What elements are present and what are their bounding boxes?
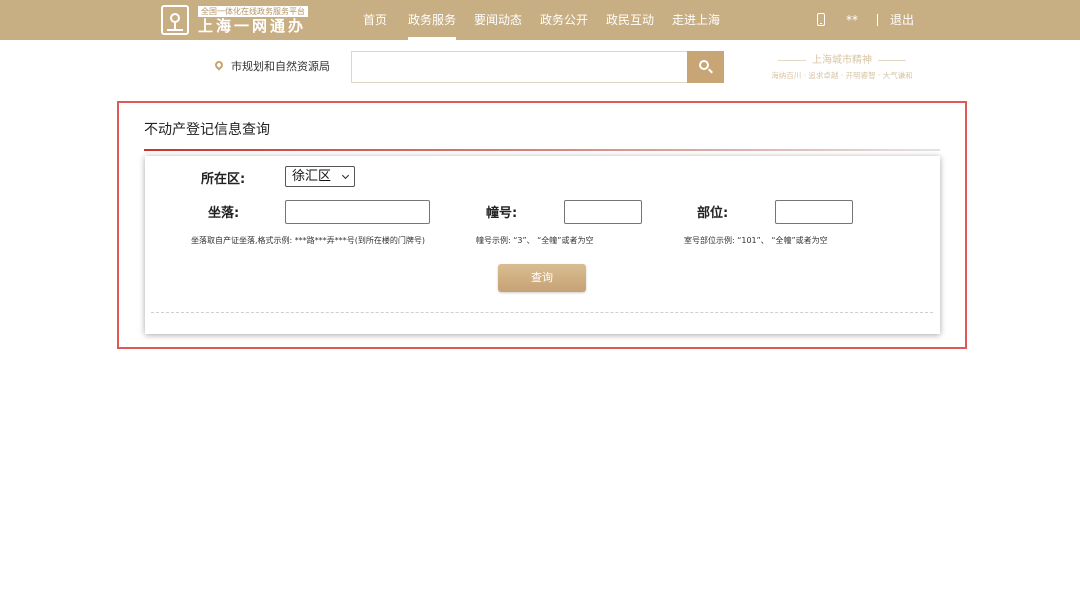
nav-public-affairs[interactable]: 政务公开	[540, 0, 588, 40]
map-pin-icon	[213, 59, 225, 71]
nav-about-shanghai[interactable]: 走进上海	[672, 0, 720, 40]
dashed-divider	[151, 312, 933, 313]
shanghai-logo-icon[interactable]	[161, 5, 189, 35]
search-input[interactable]	[351, 51, 688, 83]
title-underline	[144, 149, 940, 151]
brand-name[interactable]: 上海一网通办	[198, 16, 306, 36]
location-hint: 坐落取自产证坐落,格式示例: ***路***弄***号(到所在楼的门牌号)	[191, 236, 426, 245]
building-hint: 幢号示例: “3”、 “全幢”或者为空	[476, 236, 594, 245]
district-label: 所在区:	[201, 172, 246, 187]
unit-hint: 室号部位示例: “101”、 “全幢”或者为空	[684, 236, 828, 245]
divider	[877, 14, 878, 26]
district-select-value: 徐汇区	[292, 169, 332, 184]
logout-link[interactable]: 退出	[890, 0, 914, 40]
unit-label: 部位:	[697, 206, 729, 221]
unit-input[interactable]	[775, 200, 853, 224]
nav-news[interactable]: 要闻动态	[474, 0, 522, 40]
building-label: 幢号:	[486, 206, 518, 221]
panel-title: 不动产登记信息查询	[144, 122, 270, 138]
query-button[interactable]: 查询	[498, 264, 586, 292]
city-spirit-title: 上海城市精神	[778, 54, 906, 67]
district-select[interactable]: 徐汇区	[285, 166, 355, 187]
location-input[interactable]	[285, 200, 430, 224]
top-navigation-bar: 全国一体化在线政务服务平台 上海一网通办 首页 政务服务 要闻动态 政务公开 政…	[0, 0, 1080, 40]
search-button[interactable]	[687, 51, 724, 83]
building-input[interactable]	[564, 200, 642, 224]
property-query-panel: 不动产登记信息查询 所在区: 徐汇区 坐落: 幢号: 部位: 坐落取自产证坐落,…	[117, 101, 967, 349]
nav-interaction[interactable]: 政民互动	[606, 0, 654, 40]
nav-government-services[interactable]: 政务服务	[408, 0, 457, 40]
city-spirit-subtitle: 海纳百川 · 追求卓越 · 开明睿智 · 大气谦和	[771, 71, 913, 80]
query-form: 所在区: 徐汇区 坐落: 幢号: 部位: 坐落取自产证坐落,格式示例: ***路…	[145, 156, 940, 334]
mobile-phone-icon[interactable]	[817, 13, 825, 26]
user-name[interactable]: **	[846, 0, 858, 40]
chevron-down-icon	[341, 171, 350, 180]
department-label[interactable]: 市规划和自然资源局	[231, 59, 330, 75]
location-label: 坐落:	[208, 206, 240, 221]
nav-home[interactable]: 首页	[363, 0, 387, 40]
